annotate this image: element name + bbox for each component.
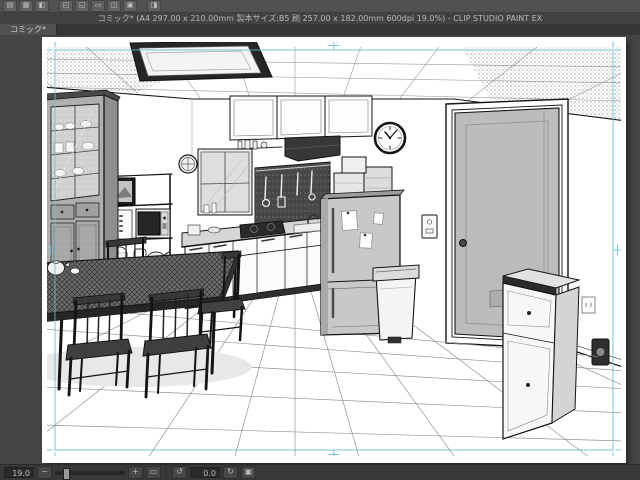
rotate-ccw-icon[interactable]: ↺: [172, 466, 187, 479]
fridge-note: [373, 212, 384, 225]
trash-can: [372, 264, 420, 344]
canvas-page[interactable]: [42, 37, 626, 463]
statusbar-separator: [166, 467, 167, 478]
rotation-value-field[interactable]: 0.0: [190, 467, 220, 478]
intercom-panel: [421, 214, 438, 239]
redo-icon[interactable]: ◱: [75, 0, 89, 12]
teacup: [70, 267, 80, 275]
zoom-value-field[interactable]: 19.0: [4, 467, 34, 478]
command-bar: ▤ ▦ ◧ ◰ ◱ ▭ ◫ ▣ ◨: [0, 0, 640, 13]
fit-to-screen-icon[interactable]: ▭: [146, 466, 161, 479]
cut-icon[interactable]: ▭: [91, 0, 105, 12]
spice-shelf: [233, 139, 283, 150]
wall-vent: [178, 154, 198, 174]
rotate-cw-icon[interactable]: ↻: [223, 466, 238, 479]
upper-cabinets: [229, 95, 373, 141]
microwave: [135, 208, 171, 239]
undo-icon[interactable]: ◰: [59, 0, 73, 12]
zoom-out-icon[interactable]: −: [37, 466, 52, 479]
document-tab[interactable]: コミック*: [0, 24, 57, 35]
wall-clock: [373, 121, 407, 155]
canvas-area[interactable]: [0, 35, 640, 464]
range-hood: [284, 135, 341, 162]
wall-outlet: [581, 296, 596, 314]
save-icon[interactable]: ◧: [35, 0, 49, 12]
status-bar: 19.0 − + ▭ ↺ 0.0 ↻ ▣: [0, 464, 640, 480]
kitchen-line-art: [47, 42, 621, 456]
new-icon[interactable]: ▤: [3, 0, 17, 12]
copy-icon[interactable]: ◫: [107, 0, 121, 12]
settings-icon[interactable]: ◨: [147, 0, 161, 12]
zoom-in-icon[interactable]: +: [128, 466, 143, 479]
door-knob: [459, 239, 467, 247]
reset-view-icon[interactable]: ▣: [241, 466, 256, 479]
open-icon[interactable]: ▦: [19, 0, 33, 12]
fridge-note: [341, 210, 359, 231]
paste-icon[interactable]: ▣: [123, 0, 137, 12]
zoom-slider-handle[interactable]: [63, 467, 70, 480]
kitchen-window: [197, 148, 253, 216]
zoom-slider[interactable]: [55, 467, 125, 480]
side-cabinet: [502, 268, 581, 440]
ceiling-light: [129, 42, 273, 82]
